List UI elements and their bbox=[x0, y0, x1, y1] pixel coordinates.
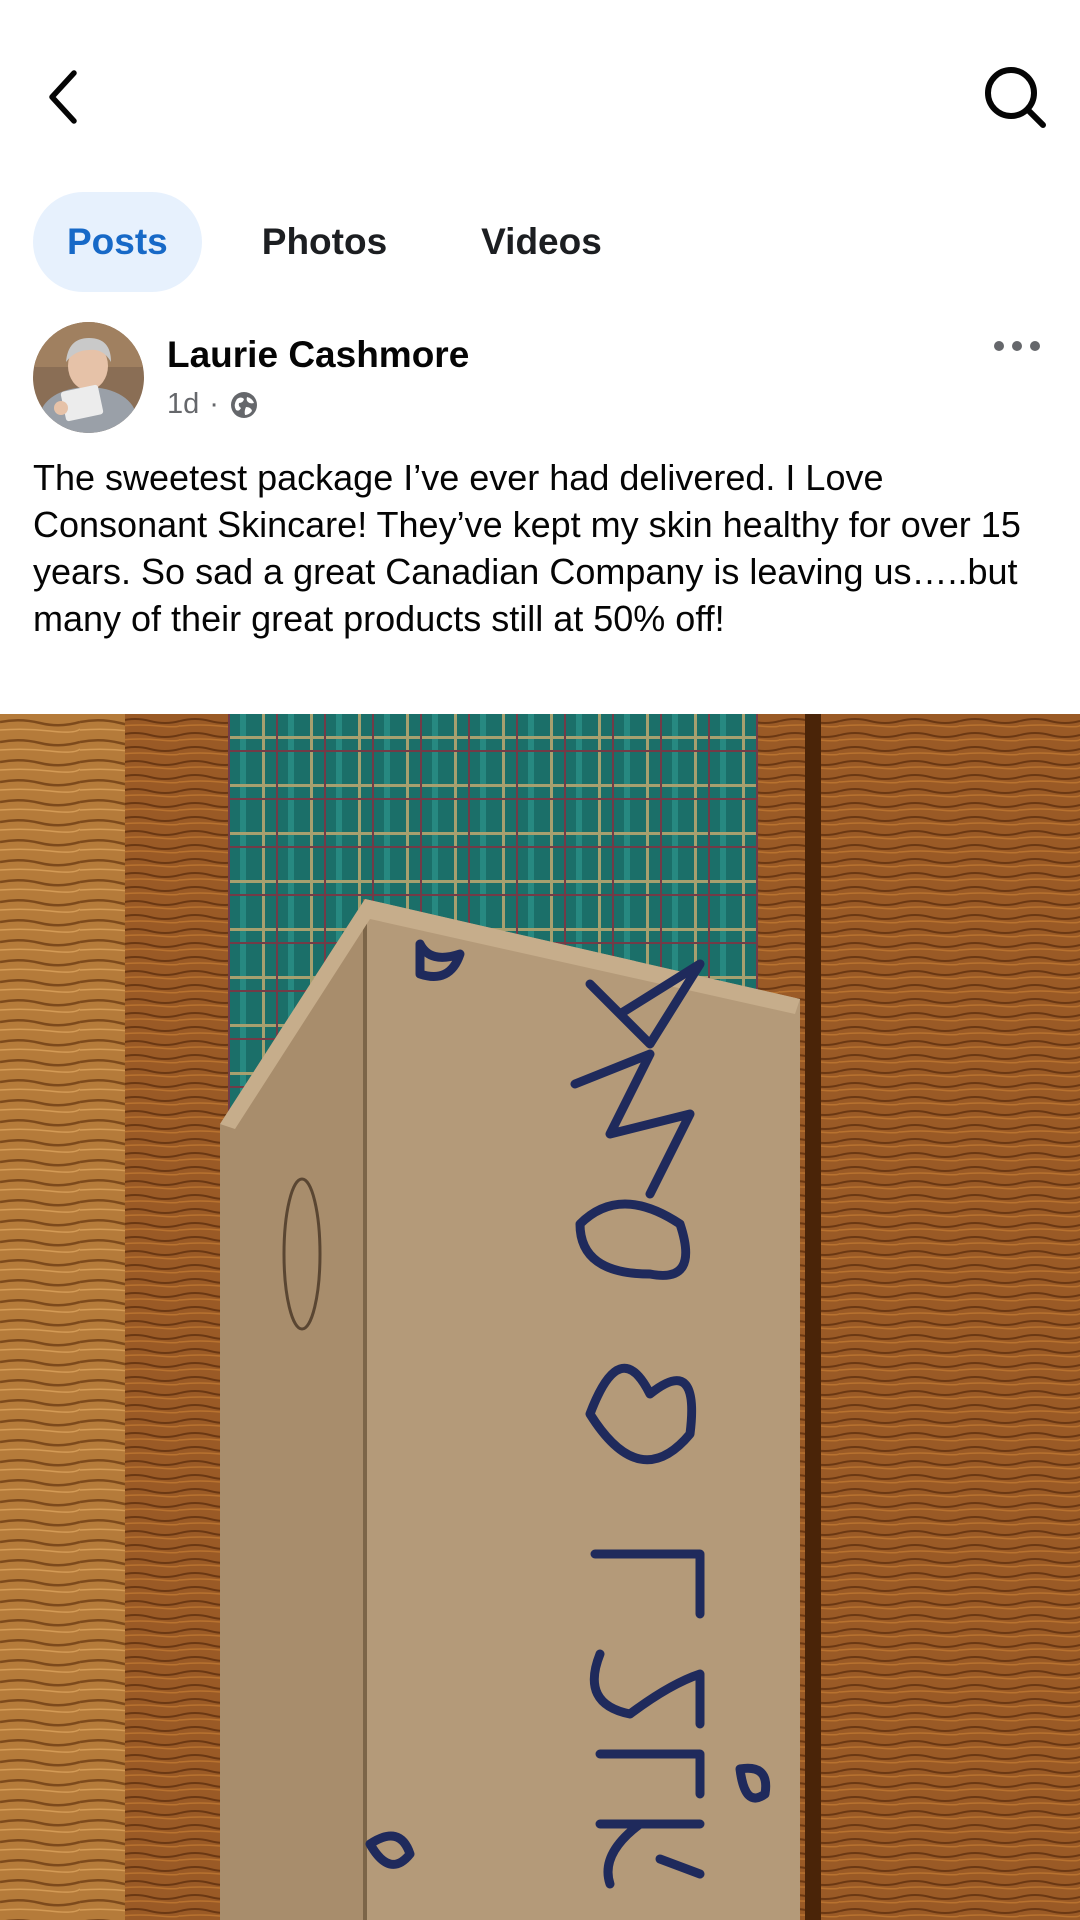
more-options-button[interactable] bbox=[987, 326, 1047, 366]
back-button[interactable] bbox=[20, 52, 110, 142]
post-text: The sweetest package I’ve ever had deliv… bbox=[33, 457, 1021, 639]
top-bar bbox=[0, 0, 1080, 190]
chevron-left-icon bbox=[49, 70, 77, 124]
avatar-photo bbox=[33, 322, 144, 433]
profile-tabs: Posts Photos Videos bbox=[33, 192, 636, 292]
search-button[interactable] bbox=[970, 52, 1060, 142]
post-author[interactable]: Laurie Cashmore bbox=[167, 334, 469, 376]
post-photo[interactable] bbox=[0, 714, 1080, 1920]
tab-photos[interactable]: Photos bbox=[228, 192, 421, 292]
post-time[interactable]: 1d bbox=[167, 388, 199, 421]
more-dots-icon bbox=[994, 341, 1040, 351]
avatar[interactable] bbox=[33, 322, 144, 433]
meta-separator: · bbox=[209, 388, 219, 420]
search-icon bbox=[985, 67, 1046, 128]
post-header: Laurie Cashmore 1d · bbox=[33, 322, 1047, 437]
package-photo bbox=[0, 714, 1080, 1920]
post-meta: 1d · bbox=[167, 388, 259, 421]
tab-posts[interactable]: Posts bbox=[33, 192, 202, 292]
globe-icon bbox=[230, 391, 257, 418]
tab-videos[interactable]: Videos bbox=[447, 192, 636, 292]
